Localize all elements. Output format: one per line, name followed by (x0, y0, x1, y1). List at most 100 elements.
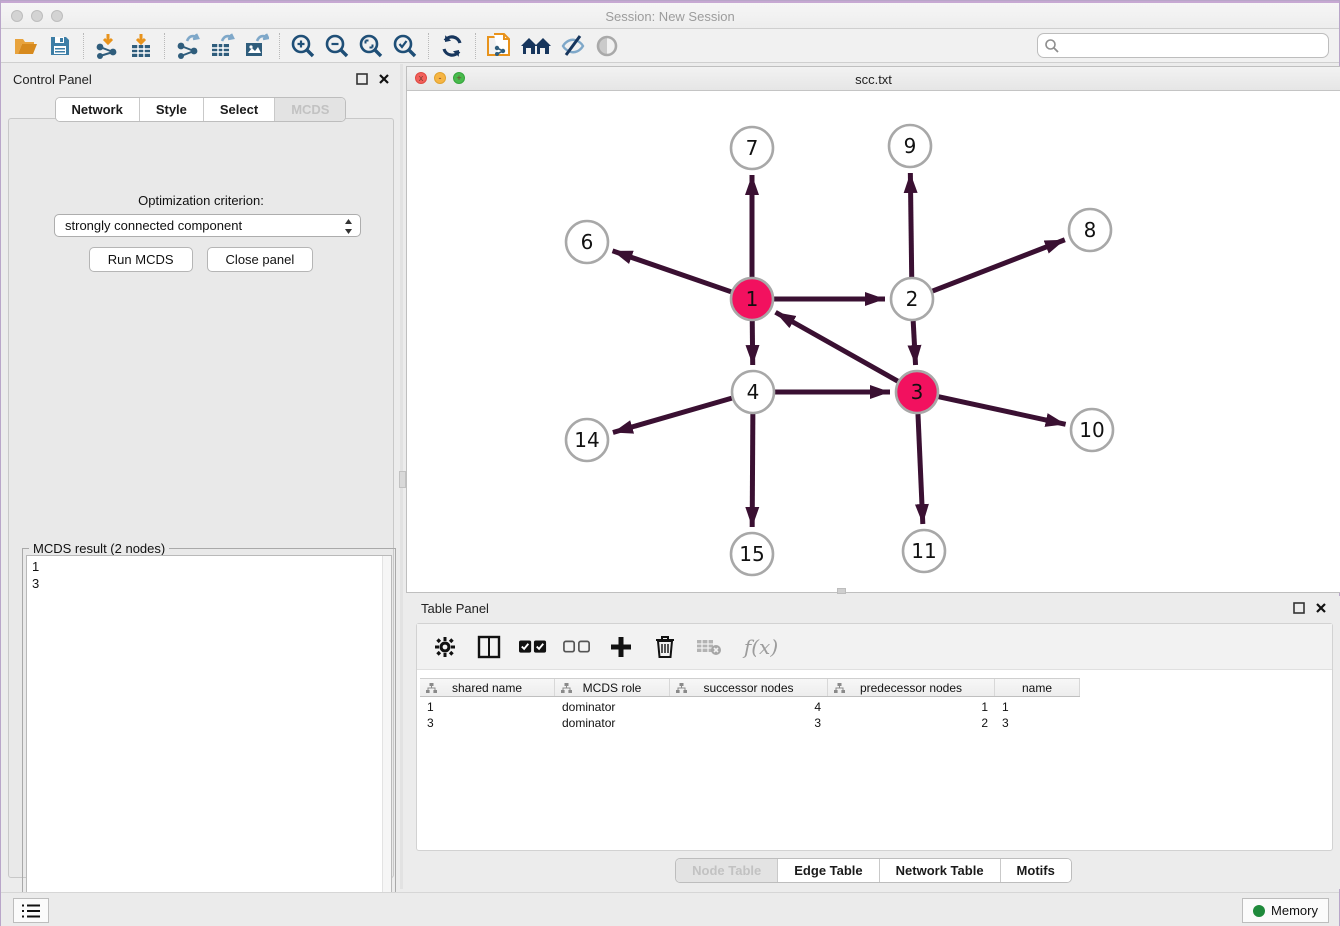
zoom-selected-button[interactable] (388, 32, 422, 60)
memory-button[interactable]: Memory (1242, 898, 1329, 923)
column-type-icon (834, 683, 845, 694)
node-9[interactable]: 9 (889, 125, 931, 167)
vertical-split-handle[interactable] (399, 471, 406, 488)
close-panel-button[interactable]: Close panel (207, 247, 314, 272)
apply-layout-button[interactable] (435, 32, 469, 60)
node-2[interactable]: 2 (891, 278, 933, 320)
table-cell[interactable]: 3 (420, 715, 555, 731)
horizontal-split-handle[interactable] (837, 588, 846, 594)
optimization-criterion-value: strongly connected component (65, 218, 242, 233)
table-row[interactable]: 1dominator411 (420, 699, 1080, 715)
export-network-button[interactable] (171, 32, 205, 60)
run-mcds-button[interactable]: Run MCDS (89, 247, 193, 272)
column-layout-button[interactable] (475, 633, 503, 661)
memory-label: Memory (1271, 903, 1318, 918)
table-cell[interactable]: 2 (828, 715, 995, 731)
delete-table-button[interactable] (695, 633, 723, 661)
table-settings-button[interactable] (431, 633, 459, 661)
open-session-button[interactable] (9, 32, 43, 60)
import-table-button[interactable] (124, 32, 158, 60)
tab-mcds[interactable]: MCDS (275, 98, 345, 121)
network-graph[interactable]: 7 9 6 8 1 2 4 3 14 10 15 11 (407, 91, 1340, 592)
node-14[interactable]: 14 (566, 419, 608, 461)
search-field[interactable] (1037, 33, 1329, 58)
select-all-button[interactable] (519, 633, 547, 661)
edge-4-14[interactable] (613, 398, 732, 432)
table-cell[interactable]: 1 (420, 699, 555, 715)
table-cell[interactable]: dominator (555, 699, 670, 715)
node-7[interactable]: 7 (731, 127, 773, 169)
float-panel-icon[interactable] (356, 73, 368, 85)
optimization-criterion-select[interactable]: strongly connected component (54, 214, 361, 237)
delete-column-button[interactable] (651, 633, 679, 661)
close-panel-icon[interactable] (1315, 602, 1327, 614)
tab-select[interactable]: Select (204, 98, 275, 121)
svg-text:1: 1 (746, 287, 759, 311)
node-1[interactable]: 1 (731, 278, 773, 320)
edge-2-3[interactable] (913, 321, 915, 365)
table-cell[interactable]: 3 (995, 715, 1080, 731)
save-session-button[interactable] (43, 32, 77, 60)
toolbar-separator (83, 33, 84, 59)
table-cell[interactable]: 1 (995, 699, 1080, 715)
column-header-predecessor-nodes[interactable]: predecessor nodes (828, 679, 995, 696)
edge-3-11[interactable] (918, 414, 923, 524)
edge-1-6[interactable] (613, 251, 732, 292)
mcds-result-title: MCDS result (2 nodes) (29, 541, 169, 556)
zoom-fit-button[interactable] (354, 32, 388, 60)
mcds-result-textarea[interactable]: 1 3 (26, 555, 392, 925)
hide-eye-icon (560, 33, 586, 59)
table-container: f(x) shared nameMCDS rolesuccessor nodes… (416, 623, 1333, 851)
network-canvas[interactable]: 7 9 6 8 1 2 4 3 14 10 15 11 (407, 91, 1340, 592)
tab-network-table[interactable]: Network Table (880, 859, 1001, 882)
table-row[interactable]: 3dominator323 (420, 715, 1080, 731)
node-3[interactable]: 3 (896, 371, 938, 413)
tab-edge-table[interactable]: Edge Table (778, 859, 879, 882)
deselect-all-button[interactable] (563, 633, 591, 661)
column-header-successor-nodes[interactable]: successor nodes (670, 679, 828, 696)
memory-status-dot (1253, 905, 1265, 917)
network-window-titlebar[interactable]: x - + scc.txt (407, 67, 1340, 91)
column-header-MCDS-role[interactable]: MCDS role (555, 679, 670, 696)
column-header-name[interactable]: name (995, 679, 1080, 696)
node-15[interactable]: 15 (731, 533, 773, 575)
table-cell[interactable]: 4 (670, 699, 828, 715)
show-all-button[interactable] (590, 32, 624, 60)
table-cell[interactable]: 1 (828, 699, 995, 715)
task-history-button[interactable] (13, 898, 49, 923)
node-6[interactable]: 6 (566, 221, 608, 263)
edge-3-10[interactable] (938, 397, 1065, 425)
tab-motifs[interactable]: Motifs (1001, 859, 1071, 882)
edge-4-15[interactable] (752, 414, 753, 527)
tab-node-table[interactable]: Node Table (676, 859, 778, 882)
node-10[interactable]: 10 (1071, 409, 1113, 451)
homes-icon (519, 34, 553, 58)
edge-2-9[interactable] (910, 173, 911, 277)
node-4[interactable]: 4 (732, 371, 774, 413)
table-cell[interactable]: dominator (555, 715, 670, 731)
new-network-from-file-button[interactable] (482, 32, 516, 60)
column-type-icon (676, 683, 687, 694)
tab-style[interactable]: Style (140, 98, 204, 121)
table-header-row: shared nameMCDS rolesuccessor nodesprede… (420, 678, 1080, 697)
float-panel-icon[interactable] (1293, 602, 1305, 614)
export-image-button[interactable] (239, 32, 273, 60)
search-input[interactable] (1060, 36, 1328, 56)
first-neighbors-button[interactable] (516, 32, 556, 60)
hide-selected-button[interactable] (556, 32, 590, 60)
edge-3-1[interactable] (776, 312, 898, 381)
zoom-out-button[interactable] (320, 32, 354, 60)
add-column-button[interactable] (607, 633, 635, 661)
column-header-shared-name[interactable]: shared name (420, 679, 555, 696)
export-table-button[interactable] (205, 32, 239, 60)
tab-network[interactable]: Network (56, 98, 140, 121)
import-network-button[interactable] (90, 32, 124, 60)
table-cell[interactable]: 3 (670, 715, 828, 731)
result-scrollbar[interactable] (382, 556, 391, 924)
node-8[interactable]: 8 (1069, 209, 1111, 251)
edge-2-8[interactable] (933, 240, 1065, 291)
close-panel-icon[interactable] (378, 73, 390, 85)
function-builder-button[interactable]: f(x) (739, 633, 783, 661)
node-11[interactable]: 11 (903, 530, 945, 572)
zoom-in-button[interactable] (286, 32, 320, 60)
